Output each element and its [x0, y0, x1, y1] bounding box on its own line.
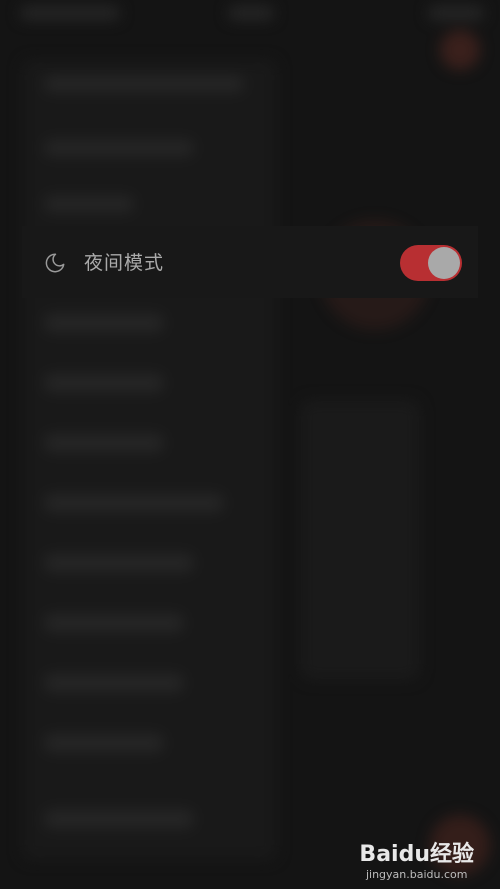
blurred-background — [0, 0, 500, 889]
blurred-row — [44, 810, 194, 828]
blurred-row — [44, 76, 244, 92]
blurred-row — [44, 554, 194, 572]
blurred-row — [44, 374, 164, 392]
night-mode-toggle[interactable] — [400, 245, 462, 281]
blurred-status-center — [228, 6, 274, 20]
watermark-logo: Baidu经验 — [359, 842, 474, 868]
blurred-row — [44, 614, 184, 632]
watermark-logo-text: Baidu经验 — [359, 842, 474, 867]
blurred-row — [44, 734, 164, 752]
blurred-row — [44, 434, 164, 452]
blurred-row — [44, 140, 194, 156]
blurred-right-block — [300, 400, 420, 680]
blurred-row — [44, 494, 224, 512]
baidu-jingyan-watermark: Baidu经验 jingyan.baidu.com — [359, 842, 474, 881]
blurred-status-right — [428, 6, 484, 20]
blurred-status-left — [20, 6, 120, 20]
toggle-knob — [428, 247, 460, 279]
night-mode-label: 夜间模式 — [84, 252, 165, 274]
blurred-row — [44, 314, 164, 332]
watermark-url: jingyan.baidu.com — [365, 868, 468, 881]
blurred-top-red-glow — [440, 30, 480, 70]
blurred-row — [44, 674, 184, 692]
moon-icon — [45, 253, 65, 273]
blurred-row — [44, 196, 134, 212]
